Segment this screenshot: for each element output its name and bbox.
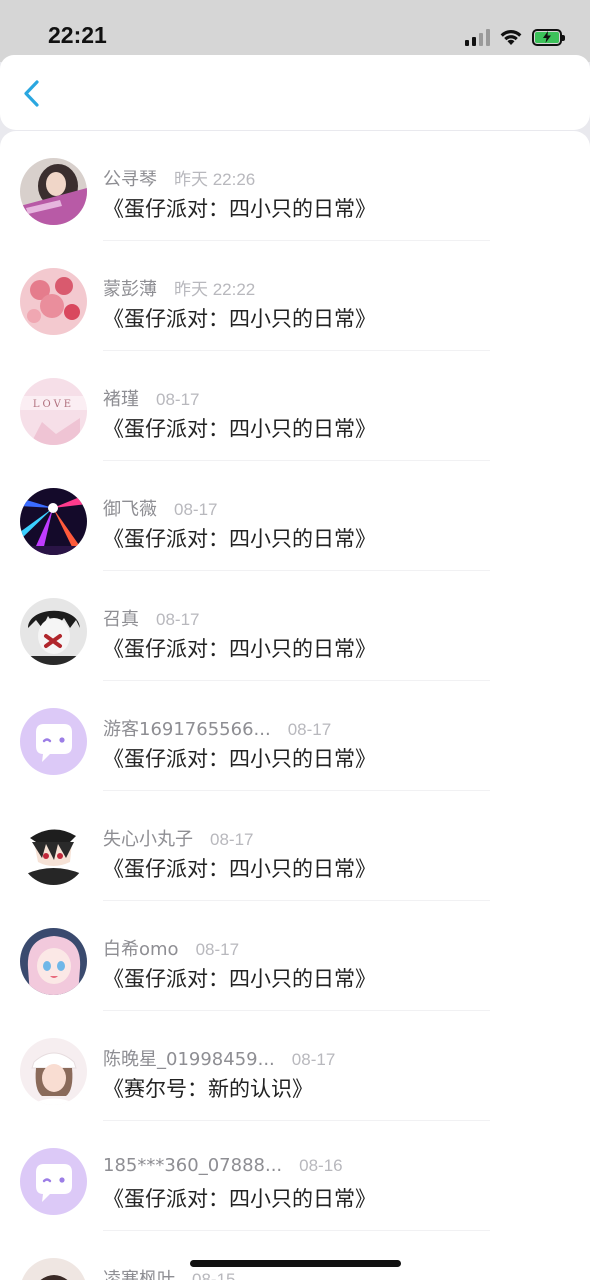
timestamp: 昨天 22:22 <box>174 280 256 299</box>
timestamp: 08-17 <box>156 610 200 629</box>
sender-name: 召真 <box>103 609 139 630</box>
story-title: 《蛋仔派对：四小只的日常》 <box>103 857 376 881</box>
timestamp: 08-17 <box>291 1050 336 1069</box>
battery-icon <box>532 28 565 46</box>
sender-name: 凌寒枫叶 <box>103 1269 175 1280</box>
status-bar: 22:21 <box>0 0 590 62</box>
story-title: 《蛋仔派对：四小只的日常》 <box>103 417 376 441</box>
cellular-signal-icon <box>465 28 490 46</box>
list-item[interactable]: 失心小丸子 08-17 《蛋仔派对：四小只的日常》 <box>0 791 590 901</box>
avatar[interactable] <box>20 1038 87 1105</box>
list-item[interactable]: 185***360_07888... 08-16 《蛋仔派对：四小只的日常》 <box>0 1121 590 1231</box>
svg-text:LOVE: LOVE <box>33 399 74 410</box>
back-button[interactable] <box>18 77 52 111</box>
story-title: 《赛尔号：新的认识》 <box>103 1077 313 1101</box>
home-indicator[interactable] <box>190 1260 401 1267</box>
message-list: 公寻琴 昨天 22:26 《蛋仔派对：四小只的日常》 蒙彭薄 昨天 22:22 … <box>0 131 590 1280</box>
list-item[interactable]: 白希omo 08-17 《蛋仔派对：四小只的日常》 <box>0 901 590 1011</box>
sender-name: 游客1691765566... <box>103 719 271 740</box>
list-item[interactable]: 凌寒枫叶 08-15 <box>0 1231 590 1280</box>
avatar[interactable] <box>20 598 87 665</box>
list-item[interactable]: LOVE 褚瑾 08-17 《蛋仔派对：四小只的日常》 <box>0 351 590 461</box>
timestamp: 08-17 <box>210 830 254 849</box>
status-time: 22:21 <box>48 22 107 48</box>
sender-name: 陈晚星_01998459... <box>103 1049 275 1070</box>
timestamp: 08-17 <box>174 500 218 519</box>
list-item[interactable]: 蒙彭薄 昨天 22:22 《蛋仔派对：四小只的日常》 <box>0 241 590 351</box>
list-item[interactable]: 公寻琴 昨天 22:26 《蛋仔派对：四小只的日常》 <box>0 131 590 241</box>
story-title: 《蛋仔派对：四小只的日常》 <box>103 967 376 991</box>
story-title: 《蛋仔派对：四小只的日常》 <box>103 527 376 551</box>
avatar[interactable] <box>20 928 87 995</box>
avatar[interactable] <box>20 708 87 775</box>
timestamp: 08-15 <box>192 1270 236 1280</box>
timestamp: 08-17 <box>287 720 332 739</box>
avatar[interactable] <box>20 1258 87 1280</box>
sender-name: 褚瑾 <box>103 389 139 410</box>
timestamp: 08-17 <box>195 940 240 959</box>
avatar[interactable] <box>20 818 87 885</box>
timestamp: 08-16 <box>299 1156 343 1175</box>
avatar[interactable] <box>20 488 87 555</box>
avatar[interactable] <box>20 268 87 335</box>
list-item[interactable]: 陈晚星_01998459... 08-17 《赛尔号：新的认识》 <box>0 1011 590 1121</box>
status-icons <box>465 25 565 49</box>
avatar[interactable] <box>20 1148 87 1215</box>
story-title: 《蛋仔派对：四小只的日常》 <box>103 637 376 661</box>
sender-name: 御飞薇 <box>103 499 157 520</box>
sender-name: 公寻琴 <box>103 169 157 190</box>
list-item[interactable]: 召真 08-17 《蛋仔派对：四小只的日常》 <box>0 571 590 681</box>
story-title: 《蛋仔派对：四小只的日常》 <box>103 1187 376 1211</box>
sender-name: 185***360_07888... <box>103 1155 283 1176</box>
sender-name: 蒙彭薄 <box>103 279 157 300</box>
story-title: 《蛋仔派对：四小只的日常》 <box>103 307 376 331</box>
wifi-icon <box>500 29 522 45</box>
list-item[interactable]: 游客1691765566... 08-17 《蛋仔派对：四小只的日常》 <box>0 681 590 791</box>
sender-name: 白希omo <box>103 939 179 960</box>
story-title: 《蛋仔派对：四小只的日常》 <box>103 747 376 771</box>
timestamp: 昨天 22:26 <box>174 170 256 189</box>
avatar[interactable] <box>20 158 87 225</box>
sender-name: 失心小丸子 <box>103 829 193 850</box>
list-item[interactable]: 御飞薇 08-17 《蛋仔派对：四小只的日常》 <box>0 461 590 571</box>
story-title: 《蛋仔派对：四小只的日常》 <box>103 197 376 221</box>
timestamp: 08-17 <box>156 390 200 409</box>
chevron-left-icon <box>24 80 39 107</box>
avatar[interactable]: LOVE <box>20 378 87 445</box>
nav-bar <box>0 55 590 130</box>
